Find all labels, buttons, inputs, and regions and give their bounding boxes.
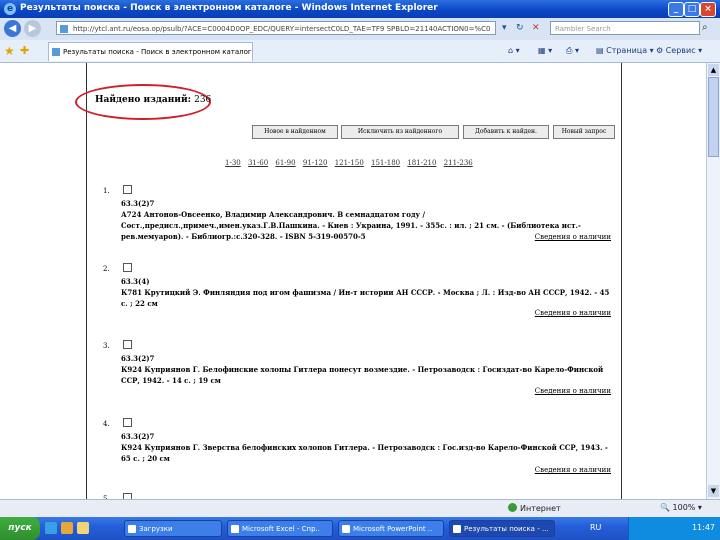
page-link[interactable]: 121-150 bbox=[335, 159, 364, 167]
ie-logo-icon: e bbox=[4, 3, 16, 15]
ie-icon bbox=[453, 525, 461, 533]
status-bar: Интернет 🔍 100% ▾ bbox=[0, 499, 720, 518]
maximize-button[interactable]: □ bbox=[684, 2, 700, 17]
refresh-icon[interactable]: ↻ bbox=[516, 23, 524, 33]
page-viewport: Найдено изданий: 236 Новое в найденном И… bbox=[0, 63, 706, 499]
search-go-icon[interactable]: ⌕ bbox=[702, 22, 708, 33]
search-input[interactable]: Rambler Search bbox=[550, 21, 700, 35]
folder-quicklaunch-icon[interactable] bbox=[77, 522, 89, 534]
globe-icon bbox=[508, 503, 517, 512]
add-to-found-button[interactable]: Добавить к найден. bbox=[463, 125, 549, 139]
stop-icon[interactable]: ✕ bbox=[532, 23, 540, 33]
record-item: 4. 63.3(2)7 К924 Куприянов Г. Зверства б… bbox=[97, 418, 617, 479]
print-icon[interactable]: ⎙ ▾ bbox=[566, 46, 579, 56]
firefox-quicklaunch-icon[interactable] bbox=[61, 522, 73, 534]
ie-quicklaunch-icon[interactable] bbox=[45, 522, 57, 534]
page-link[interactable]: 31-60 bbox=[248, 159, 268, 167]
address-input[interactable]: http://ytcl.ant.ru/eosa.op/psulb/?ACE=C0… bbox=[56, 21, 496, 35]
language-indicator[interactable]: RU bbox=[590, 523, 601, 532]
availability-link[interactable]: Сведения о наличии bbox=[535, 232, 611, 243]
record-checkbox[interactable] bbox=[123, 185, 132, 194]
task-ie-search[interactable]: Результаты поиска - ... bbox=[449, 520, 555, 537]
back-button[interactable]: ◀ bbox=[4, 20, 21, 37]
favorites-star-icon[interactable]: ★ bbox=[4, 44, 15, 58]
record-checkbox[interactable] bbox=[123, 418, 132, 427]
scroll-thumb[interactable] bbox=[708, 77, 719, 157]
record-checkbox[interactable] bbox=[123, 263, 132, 272]
availability-link[interactable]: Сведения о наличии bbox=[535, 386, 611, 397]
page-link[interactable]: 1-30 bbox=[225, 159, 241, 167]
record-description: К781 Крутицкий Э. Финляндия под игом фаш… bbox=[121, 288, 610, 308]
powerpoint-icon bbox=[342, 525, 350, 533]
pagination: 1-30 31-60 61-90 91-120 121-150 151-180 … bbox=[225, 159, 478, 167]
availability-link[interactable]: Сведения о наличии bbox=[535, 308, 611, 319]
exclude-from-found-button[interactable]: Исключить из найденного bbox=[341, 125, 459, 139]
address-toolbar: ◀ ▶ http://ytcl.ant.ru/eosa.op/psulb/?AC… bbox=[0, 18, 720, 41]
found-number: 236 bbox=[194, 95, 212, 105]
tab-favicon-icon bbox=[52, 48, 60, 56]
record-item: 2. 63.3(4) К781 Крутицкий Э. Финляндия п… bbox=[97, 263, 617, 324]
task-powerpoint[interactable]: Microsoft PowerPoint .. bbox=[338, 520, 444, 537]
record-number: 4. bbox=[103, 420, 110, 428]
scroll-up-icon[interactable]: ▲ bbox=[708, 64, 719, 76]
zoom-level[interactable]: 🔍 100% ▾ bbox=[660, 503, 702, 512]
record-code: 63.3(2)7 bbox=[121, 432, 155, 441]
security-zone: Интернет bbox=[508, 503, 561, 513]
close-button[interactable]: × bbox=[700, 2, 716, 17]
catalog-content: Найдено изданий: 236 Новое в найденном И… bbox=[75, 63, 622, 499]
clock: 11:47 bbox=[691, 523, 715, 532]
new-in-found-button[interactable]: Новое в найденном bbox=[252, 125, 338, 139]
tab-label: Результаты поиска - Поиск в электронном … bbox=[63, 48, 253, 56]
record-code: 63.3(2)7 bbox=[121, 354, 155, 363]
dropdown-arrow-icon[interactable]: ▾ bbox=[502, 23, 507, 33]
forward-button[interactable]: ▶ bbox=[24, 20, 41, 37]
page-link[interactable]: 91-120 bbox=[303, 159, 328, 167]
record-number: 1. bbox=[103, 187, 110, 195]
excel-icon bbox=[231, 525, 239, 533]
record-code: 63.3(2)7 bbox=[121, 199, 155, 208]
tab-search-results[interactable]: Результаты поиска - Поиск в электронном … bbox=[48, 42, 253, 61]
record-item: 1. 63.3(2)7 А724 Антонов-Овсеенко, Влади… bbox=[97, 185, 617, 246]
page-menu-button[interactable]: ▤ Страница ▾ bbox=[596, 46, 654, 55]
page-link[interactable]: 181-210 bbox=[407, 159, 436, 167]
service-menu-button[interactable]: ⚙ Сервис ▾ bbox=[656, 46, 702, 55]
add-favorites-icon[interactable]: ✚ bbox=[20, 44, 29, 57]
tab-command-bar: ★ ✚ Результаты поиска - Поиск в электрон… bbox=[0, 40, 720, 63]
record-item: 3. 63.3(2)7 К924 Куприянов Г. Белофински… bbox=[97, 340, 617, 401]
window-titlebar: e Результаты поиска - Поиск в электронно… bbox=[0, 0, 720, 18]
page-link[interactable]: 151-180 bbox=[371, 159, 400, 167]
task-downloads[interactable]: Загрузки bbox=[124, 520, 222, 537]
record-description: К924 Куприянов Г. Белофинские холопы Гит… bbox=[121, 365, 604, 385]
task-excel[interactable]: Microsoft Excel - Спр.. bbox=[227, 520, 333, 537]
record-code: 63.3(4) bbox=[121, 277, 150, 286]
folder-icon bbox=[128, 525, 136, 533]
taskbar: пуск Загрузки Microsoft Excel - Спр.. Mi… bbox=[0, 517, 720, 540]
availability-link[interactable]: Сведения о наличии bbox=[535, 465, 611, 476]
record-checkbox[interactable] bbox=[123, 340, 132, 349]
minimize-button[interactable]: _ bbox=[668, 2, 684, 17]
record-number: 2. bbox=[103, 265, 110, 273]
record-number: 3. bbox=[103, 342, 110, 350]
new-query-button[interactable]: Новый запрос bbox=[553, 125, 615, 139]
window-title: Результаты поиска - Поиск в электронном … bbox=[20, 3, 438, 13]
system-tray: 11:47 bbox=[628, 517, 720, 540]
scroll-down-icon[interactable]: ▼ bbox=[708, 485, 719, 497]
page-icon bbox=[60, 25, 68, 33]
page-link[interactable]: 61-90 bbox=[275, 159, 295, 167]
home-icon[interactable]: ⌂ ▾ bbox=[508, 46, 520, 55]
vertical-scrollbar[interactable]: ▲ ▼ bbox=[706, 63, 720, 499]
found-label: Найдено изданий: bbox=[95, 95, 191, 105]
page-link[interactable]: 211-236 bbox=[444, 159, 473, 167]
start-button[interactable]: пуск bbox=[0, 517, 40, 540]
record-description: К924 Куприянов Г. Зверства белофинских х… bbox=[121, 443, 608, 463]
feeds-icon[interactable]: ▦ ▾ bbox=[538, 46, 552, 55]
found-count: Найдено изданий: 236 bbox=[95, 95, 211, 105]
address-url: http://ytcl.ant.ru/eosa.op/psulb/?ACE=C0… bbox=[73, 25, 491, 33]
